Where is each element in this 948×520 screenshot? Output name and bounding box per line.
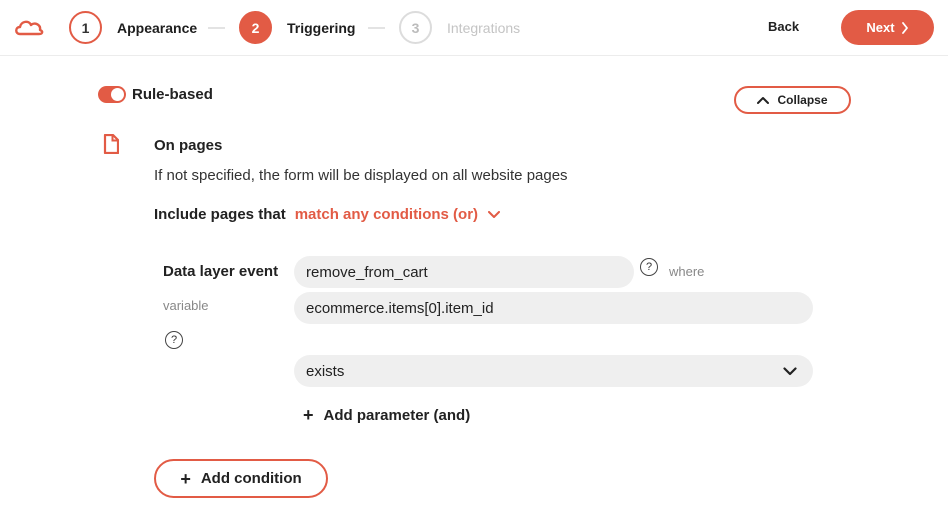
- variable-label: variable: [163, 298, 209, 313]
- operator-select[interactable]: exists: [294, 355, 813, 387]
- event-name-input[interactable]: remove_from_cart: [294, 256, 634, 288]
- section-title: On pages: [154, 137, 223, 154]
- chevron-up-icon: [757, 97, 770, 104]
- add-parameter-button[interactable]: + Add parameter (and): [303, 406, 470, 424]
- step-number: 2: [239, 11, 272, 44]
- logo-cloud-icon[interactable]: [14, 16, 44, 38]
- help-icon[interactable]: ?: [165, 331, 183, 349]
- plus-icon: +: [303, 405, 314, 425]
- collapse-label: Collapse: [777, 93, 828, 107]
- chevron-right-icon: [901, 21, 908, 34]
- step-separator: [368, 27, 385, 29]
- step-appearance[interactable]: 1 Appearance: [69, 11, 197, 44]
- add-condition-button[interactable]: + Add condition: [154, 459, 328, 498]
- collapse-button[interactable]: Collapse: [734, 86, 851, 114]
- step-label: Triggering: [287, 19, 356, 36]
- add-parameter-label: Add parameter (and): [323, 406, 471, 424]
- variable-input[interactable]: ecommerce.items[0].item_id: [294, 292, 813, 324]
- match-mode-label: match any conditions (or): [294, 206, 479, 223]
- include-label: Include pages that: [154, 206, 286, 223]
- toggle-knob: [111, 88, 124, 101]
- include-row: Include pages that match any conditions …: [154, 206, 501, 223]
- step-triggering[interactable]: 2 Triggering: [239, 11, 355, 44]
- plus-icon: +: [180, 468, 191, 489]
- data-layer-event-label: Data layer event: [163, 263, 279, 280]
- chevron-down-icon: [783, 366, 797, 375]
- next-button[interactable]: Next: [841, 10, 934, 45]
- rule-based-toggle[interactable]: [98, 86, 126, 103]
- help-icon[interactable]: ?: [640, 258, 658, 276]
- step-separator: [208, 27, 225, 29]
- step-label: Integrations: [447, 19, 521, 36]
- step-number: 1: [69, 11, 102, 44]
- back-button[interactable]: Back: [768, 19, 799, 34]
- top-bar: 1 Appearance 2 Triggering 3 Integrations…: [0, 0, 948, 56]
- operator-value: exists: [306, 362, 345, 380]
- step-integrations[interactable]: 3 Integrations: [399, 11, 520, 44]
- chevron-down-icon: [488, 210, 501, 218]
- section-hint: If not specified, the form will be displ…: [154, 167, 568, 184]
- next-button-label: Next: [866, 20, 895, 35]
- rule-based-label: Rule-based: [132, 86, 213, 103]
- match-mode-dropdown[interactable]: match any conditions (or): [294, 206, 501, 223]
- step-number: 3: [399, 11, 432, 44]
- page-icon: [103, 134, 119, 154]
- add-condition-label: Add condition: [200, 470, 302, 487]
- where-label: where: [669, 264, 705, 279]
- step-label: Appearance: [117, 19, 198, 36]
